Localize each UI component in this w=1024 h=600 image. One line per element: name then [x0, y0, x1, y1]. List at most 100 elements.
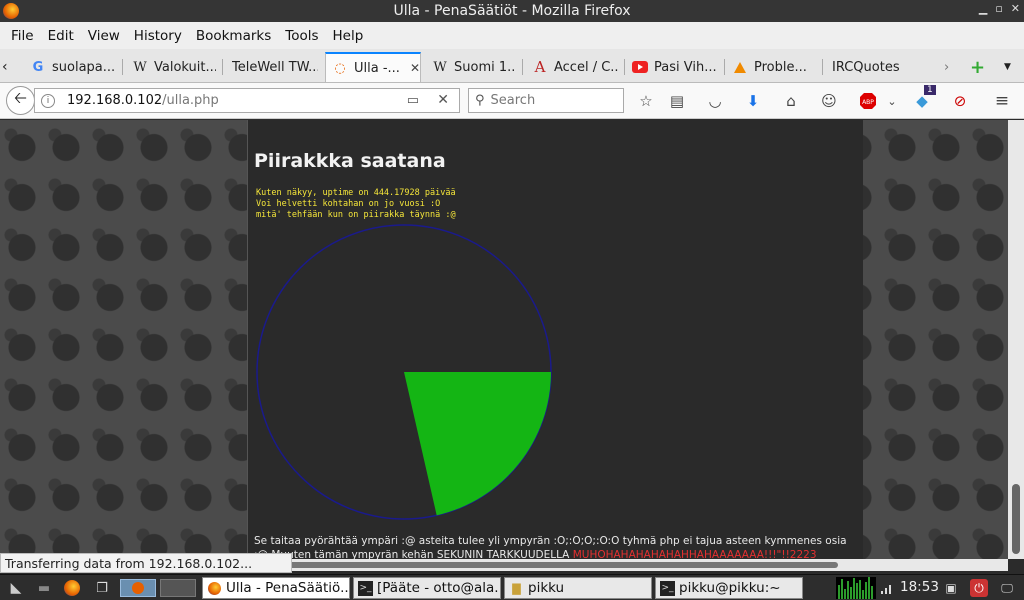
- power-icon[interactable]: ⏻: [970, 579, 988, 597]
- tab-label: Pasi Vih...: [654, 59, 717, 75]
- letter-a-icon: A: [534, 58, 546, 76]
- desktop-pager-2[interactable]: [160, 579, 196, 597]
- desktop-pager[interactable]: [120, 579, 156, 597]
- tab-ircquotes[interactable]: IRCQuotes: [832, 52, 924, 82]
- description-line-2: tämän ympyrän kehän SEKUNIN TARKKUUDELLA: [314, 549, 570, 559]
- menu-edit[interactable]: Edit: [41, 28, 81, 44]
- menu-help[interactable]: Help: [326, 28, 371, 44]
- status-text: Transferring data from 192.168.0.102...: [5, 555, 253, 571]
- back-button[interactable]: 🡠: [6, 86, 35, 115]
- bookmark-star-icon[interactable]: ☆: [636, 91, 656, 111]
- wikipedia-icon: W: [133, 59, 147, 75]
- hamburger-menu-icon[interactable]: ≡: [992, 91, 1012, 111]
- new-tab-icon[interactable]: +: [970, 52, 986, 82]
- taskbar-label: pikku@pikku:~: [679, 580, 781, 596]
- notification-badge: 1: [924, 85, 936, 95]
- terminal-icon: >_: [358, 580, 373, 596]
- taskbar-terminal-2[interactable]: >_ pikku@pikku:~: [655, 577, 803, 599]
- tab-suomi[interactable]: W Suomi 1...: [432, 52, 516, 82]
- menu-bookmarks[interactable]: Bookmarks: [189, 28, 278, 44]
- taskbar-firefox[interactable]: Ulla - PenaSäätiö...: [202, 577, 350, 599]
- home-icon[interactable]: ⌂: [781, 91, 801, 111]
- menu-history[interactable]: History: [127, 28, 189, 44]
- tab-valokuit[interactable]: W Valokuit...: [132, 52, 216, 82]
- pocket-icon[interactable]: ◡: [705, 91, 725, 111]
- tabs-scroll-right[interactable]: ›: [944, 52, 954, 82]
- close-window-icon[interactable]: ✕: [1011, 2, 1020, 15]
- uptime-pie-chart: [256, 224, 552, 520]
- tab-suolapa[interactable]: G suolapa...: [30, 52, 118, 82]
- vertical-scrollbar[interactable]: [1008, 120, 1024, 559]
- window-titlebar: Ulla - PenaSäätiöt - Mozilla Firefox ▁ ▫…: [0, 0, 1024, 22]
- menu-view[interactable]: View: [81, 28, 127, 44]
- tab-label: Accel / C...: [554, 59, 618, 75]
- site-info-icon[interactable]: i: [41, 93, 55, 108]
- firefox-launcher-icon[interactable]: [62, 579, 82, 597]
- noscript-icon[interactable]: ⊘: [950, 91, 970, 111]
- taskbar-label: pikku: [528, 580, 565, 596]
- url-host: 192.168.0.102: [67, 93, 163, 108]
- downloads-icon[interactable]: ⬇: [743, 91, 763, 111]
- reader-view-icon[interactable]: ▭: [407, 93, 419, 108]
- nav-bar: 🡠 i 192.168.0.102/ulla.php ▭ ✕ ⚲ Search …: [0, 83, 1024, 119]
- page-heading: Piirakkka saatana: [254, 150, 446, 172]
- monitor-icon[interactable]: 🖵: [998, 579, 1016, 597]
- uptime-line: Kuten näkyy, uptime on 444.17928 päivää: [256, 188, 456, 198]
- tab-label: Valokuit...: [154, 59, 216, 75]
- extension-icon[interactable]: ◆ 1: [912, 85, 936, 111]
- adblock-icon[interactable]: ABP: [858, 91, 878, 111]
- tab-label: suolapa...: [52, 59, 116, 75]
- tab-accel[interactable]: A Accel / C...: [532, 52, 618, 82]
- tab-label: Proble...: [754, 59, 807, 75]
- reading-list-icon[interactable]: ▤: [667, 91, 687, 111]
- uptime-line: mitä' tehfään kun on piirakka täynnä :@: [256, 210, 456, 220]
- tab-proble[interactable]: Proble...: [732, 52, 816, 82]
- tab-label: Suomi 1...: [454, 59, 516, 75]
- tab-label: TeleWell TW...: [232, 59, 318, 75]
- taskbar-folder[interactable]: ▇ pikku: [504, 577, 652, 599]
- chat-icon[interactable]: ☺: [819, 91, 839, 111]
- back-arrow-icon: 🡠: [14, 88, 27, 107]
- tab-telewell[interactable]: TeleWell TW...: [232, 52, 318, 82]
- taskbar-terminal-1[interactable]: >_ [Pääte - otto@ala...: [353, 577, 501, 599]
- network-icon[interactable]: [878, 579, 896, 597]
- firefox-icon: [207, 581, 222, 596]
- svg-text:ABP: ABP: [862, 99, 874, 106]
- stop-icon[interactable]: ✕: [437, 92, 449, 108]
- clock[interactable]: 18:53: [900, 579, 939, 595]
- maximize-icon[interactable]: ▫: [995, 2, 1002, 15]
- tabs-scroll-left[interactable]: ‹: [2, 52, 18, 82]
- tab-bar: ‹ G suolapa... W Valokuit... TeleWell TW…: [0, 49, 1024, 83]
- laugh-text: MUHOHAHAHAHAHAHHAHAAAAAAA!!!"!!2223: [572, 549, 817, 559]
- search-placeholder: Search: [490, 93, 536, 108]
- tab-pasi[interactable]: Pasi Vih...: [632, 52, 718, 82]
- terminal-icon: >_: [660, 580, 675, 596]
- window-controls: ▁ ▫ ✕: [979, 2, 1020, 15]
- cpu-monitor: [836, 577, 876, 599]
- display-icon[interactable]: ▣: [942, 579, 960, 597]
- warning-icon: [732, 59, 748, 75]
- firefox-icon: [3, 3, 19, 19]
- start-menu-icon[interactable]: ◣: [4, 578, 28, 598]
- minimize-icon[interactable]: ▁: [979, 2, 987, 15]
- menu-bar: File Edit View History Bookmarks Tools H…: [0, 22, 1024, 49]
- menu-file[interactable]: File: [4, 28, 41, 44]
- url-bar[interactable]: i 192.168.0.102/ulla.php ▭ ✕: [34, 88, 460, 113]
- url-path: /ulla.php: [162, 93, 219, 108]
- taskbar: ◣ ▬ ❐ Ulla - PenaSäätiö... >_ [Pääte - o…: [0, 574, 1024, 600]
- chevron-down-icon[interactable]: ⌄: [882, 91, 902, 111]
- tab-label: IRCQuotes: [832, 59, 900, 75]
- search-box[interactable]: ⚲ Search: [468, 88, 624, 113]
- scroll-thumb[interactable]: [276, 562, 838, 568]
- show-desktop-icon[interactable]: ▬: [34, 579, 54, 597]
- window-switch-icon[interactable]: ❐: [92, 579, 112, 597]
- close-tab-icon[interactable]: ✕: [410, 61, 420, 75]
- scroll-thumb[interactable]: [1012, 484, 1020, 554]
- tab-list-icon[interactable]: ▼: [1004, 52, 1016, 82]
- taskbar-label: Ulla - PenaSäätiö...: [226, 580, 350, 596]
- menu-tools[interactable]: Tools: [278, 28, 325, 44]
- google-icon: G: [32, 59, 44, 75]
- description-text: Se taitaa pyörähtää ympäri :@ asteita tu…: [254, 534, 858, 559]
- tab-ulla[interactable]: ◌ Ulla -... ✕: [325, 52, 421, 82]
- pie-slice: [404, 372, 551, 516]
